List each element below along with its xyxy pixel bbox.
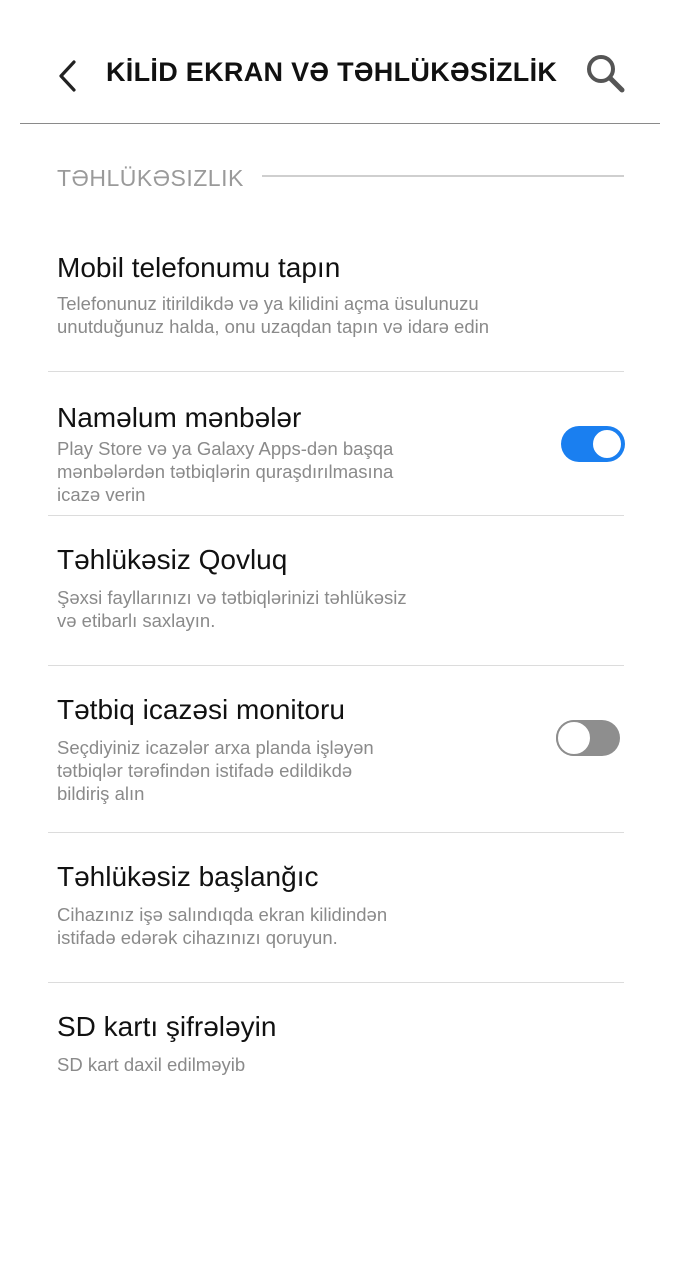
description-line: icazə verin: [57, 484, 146, 505]
setting-title: Tətbiq icazəsi monitoru: [57, 694, 345, 725]
setting-title: Naməlum mənbələr: [57, 402, 302, 433]
setting-app-permission-monitor[interactable]: Tətbiq icazəsi monitoru Seçdiyiniz icazə…: [0, 666, 680, 832]
back-button[interactable]: [50, 52, 86, 100]
description-line: mənbələrdən tətbiqlərin quraşdırılmasına: [57, 461, 394, 482]
description-line: Telefonunuz itirildikdə və ya kilidini a…: [57, 293, 479, 314]
toggle-knob: [556, 720, 592, 756]
search-button[interactable]: [582, 50, 628, 96]
unknown-sources-toggle[interactable]: [561, 426, 625, 462]
setting-description: Şəxsi fayllarınızı və tətbiqlərinizi təh…: [57, 586, 527, 632]
description-line: Cihazınız işə salındıqda ekran kilidində…: [57, 904, 388, 925]
setting-description: Play Store və ya Galaxy Apps-dən başqa m…: [57, 437, 527, 506]
setting-encrypt-sd-card[interactable]: SD kartı şifrələyin SD kart daxil edilmə…: [0, 983, 680, 1103]
description-line: Şəxsi fayllarınızı və tətbiqlərinizi təh…: [57, 587, 407, 608]
description-line: Play Store və ya Galaxy Apps-dən başqa: [57, 438, 394, 459]
setting-title: Təhlükəsiz başlanğıc: [57, 861, 319, 892]
chevron-left-icon: [59, 60, 76, 92]
setting-title: Mobil telefonumu tapın: [57, 252, 341, 283]
description-line: unutduğunuz halda, onu uzaqdan tapın və …: [57, 316, 490, 337]
app-permission-monitor-toggle[interactable]: [556, 720, 620, 756]
header-divider: [20, 123, 660, 124]
setting-description: SD kart daxil edilməyib: [57, 1053, 527, 1076]
setting-secure-folder[interactable]: Təhlükəsiz Qovluq Şəxsi fayllarınızı və …: [0, 516, 680, 665]
description-line: Seçdiyiniz icazələr arxa planda işləyən: [57, 737, 374, 758]
setting-title: Təhlükəsiz Qovluq: [57, 544, 288, 575]
app-bar: KİLİD EKRAN VƏ TƏHLÜKƏSİZLİK: [0, 0, 680, 124]
setting-description: Seçdiyiniz icazələr arxa planda işləyən …: [57, 736, 527, 805]
search-icon: [587, 55, 625, 93]
page-title: KİLİD EKRAN VƏ TƏHLÜKƏSİZLİK: [106, 57, 558, 87]
lock-screen-security-page: KİLİD EKRAN VƏ TƏHLÜKƏSİZLİK TƏHLÜKƏSIZL…: [0, 0, 680, 1280]
description-line: tətbiqlər tərəfindən istifadə edildikdə: [57, 760, 353, 781]
description-line: və etibarlı saxlayın.: [57, 610, 216, 631]
setting-description: Cihazınız işə salındıqda ekran kilidində…: [57, 903, 527, 949]
description-line: SD kart daxil edilməyib: [57, 1054, 246, 1075]
setting-find-my-mobile[interactable]: Mobil telefonumu tapın Telefonunuz itiri…: [0, 230, 680, 371]
description-line: bildiriş alın: [57, 783, 145, 804]
section-rule: [262, 175, 624, 177]
toggle-knob: [591, 428, 623, 460]
setting-title: SD kartı şifrələyin: [57, 1011, 277, 1042]
setting-secure-startup[interactable]: Təhlükəsiz başlanğıc Cihazınız işə salın…: [0, 833, 680, 982]
section-title-security: TƏHLÜKƏSIZLIK: [57, 165, 244, 191]
description-line: istifadə edərək cihazınızı qoruyun.: [57, 927, 338, 948]
setting-description: Telefonunuz itirildikdə və ya kilidini a…: [57, 292, 527, 338]
setting-unknown-sources[interactable]: Naməlum mənbələr Play Store və ya Galaxy…: [0, 372, 680, 515]
